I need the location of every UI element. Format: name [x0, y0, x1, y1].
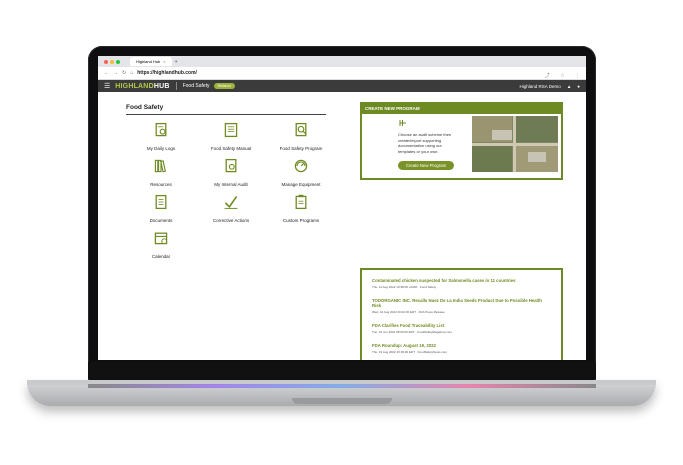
tile-documents[interactable]: Documents — [126, 194, 196, 223]
news-meta: Wed, 10 Aug 2022 20:02:00 EDT · FDA Pres… — [372, 310, 445, 314]
laptop-notch — [292, 398, 392, 404]
notification-bell-icon[interactable]: ▲ — [567, 84, 571, 89]
home-icon[interactable]: ⌂ — [130, 70, 133, 76]
browser-url-bar: ← → ↻ ⌂ https://highlandhub.com/ ⤴ ☆ ⋮ — [98, 67, 586, 80]
title-divider — [126, 114, 326, 115]
laptop-bezel-bottom — [88, 362, 596, 382]
module-badge[interactable]: Reliance — [213, 83, 236, 89]
create-new-program-button[interactable]: Create New Program — [398, 161, 454, 170]
calendar-icon — [154, 232, 168, 245]
user-avatar-icon[interactable]: ● — [577, 84, 580, 89]
news-item[interactable]: Contaminated chicken suspected for Salmo… — [372, 278, 551, 289]
tile-manage-equipment[interactable]: Manage Equipment — [266, 158, 336, 187]
hamburger-menu-icon[interactable]: ☰ — [104, 82, 110, 90]
tile-label: Food Safety Program — [279, 146, 323, 151]
farm-aerial-image — [472, 116, 558, 172]
create-program-text: Choose an audit scheme then create/impor… — [398, 132, 452, 154]
news-feed-panel: Contaminated chicken suspected for Salmo… — [360, 268, 563, 360]
tile-label: My Internal Audit — [214, 182, 248, 187]
tile-my-internal-audit[interactable]: My Internal Audit — [196, 158, 266, 187]
program-icon — [295, 122, 307, 137]
app-header: ☰ HIGHLANDHUB Food Safety Reliance Highl… — [98, 80, 586, 92]
tile-label: Documents — [149, 218, 173, 223]
tile-resources[interactable]: Resources — [126, 158, 196, 187]
browser-tab-bar: Highland Hub × + — [98, 56, 586, 67]
tile-corrective-actions[interactable]: Corrective Actions — [196, 194, 266, 223]
bookmark-icon[interactable]: ☆ — [560, 73, 564, 79]
logo-main-text: HIGHLAND — [115, 82, 154, 90]
minimize-window-icon[interactable] — [110, 59, 114, 64]
tile-label: Manage Equipment — [281, 182, 321, 187]
corrective-icon — [224, 195, 238, 209]
tile-food-safety-manual[interactable]: Food Safety Manual — [196, 122, 266, 151]
tile-label: My Daily Logs — [146, 146, 176, 151]
reload-icon[interactable]: ↻ — [122, 70, 126, 76]
tile-label: Custom Programs — [282, 218, 320, 223]
main-content: Food Safety My Daily Logs Food Safety Ma… — [98, 92, 586, 360]
laptop-hinge — [88, 384, 596, 388]
account-name[interactable]: Highland RSA Demo — [520, 84, 561, 89]
create-program-header: CREATE NEW PROGRAM — [362, 104, 561, 114]
browser-tab-title: Highland Hub — [136, 59, 161, 64]
news-title[interactable]: FDA Clarifies Food Traceability List — [372, 323, 551, 328]
browser-tab[interactable]: Highland Hub × — [130, 57, 172, 66]
tile-food-safety-program[interactable]: Food Safety Program — [266, 122, 336, 151]
screen: Highland Hub × + ← → ↻ ⌂ https://highlan… — [98, 56, 586, 360]
equipment-icon — [294, 159, 308, 173]
share-icon[interactable]: ⤴ — [545, 73, 550, 79]
tile-label: Resources — [150, 182, 172, 187]
tile-calendar[interactable]: Calendar — [126, 230, 196, 259]
tile-label: Calendar — [151, 254, 171, 259]
tile-label: Corrective Actions — [212, 218, 250, 223]
manual-icon — [224, 122, 238, 138]
address-input[interactable]: https://highlandhub.com/ — [137, 70, 538, 76]
news-title[interactable]: TODORGANIC INC. Recalls Nuez De La India… — [372, 298, 551, 308]
page-title: Food Safety — [126, 104, 164, 111]
daily-logs-icon — [155, 122, 167, 137]
news-item[interactable]: FDA Roundup: August 19, 2022 Thu, 19 Aug… — [372, 343, 551, 354]
tile-my-daily-logs[interactable]: My Daily Logs — [126, 122, 196, 151]
news-title[interactable]: FDA Roundup: August 19, 2022 — [372, 343, 551, 348]
news-meta: Thu, 11 Aug 2022 10:38:00 +0000 · Food S… — [372, 285, 437, 289]
forward-icon[interactable]: → — [113, 70, 118, 76]
custom-programs-icon — [295, 194, 307, 210]
tile-custom-programs[interactable]: Custom Programs — [266, 194, 336, 223]
tab-close-icon[interactable]: × — [163, 57, 165, 66]
create-program-panel: CREATE NEW PROGRAM Choose an audit schem… — [360, 102, 563, 180]
back-icon[interactable]: ← — [104, 70, 109, 76]
documents-icon — [155, 194, 167, 210]
close-window-icon[interactable] — [104, 59, 108, 64]
news-item[interactable]: FDA Clarifies Food Traceability List Tue… — [372, 323, 551, 334]
browser-menu-icon[interactable]: ⋮ — [575, 73, 580, 79]
news-meta: Tue, 16 Jun 2022 08:00:00 EDT · FoodSafe… — [372, 330, 453, 334]
new-tab-icon[interactable]: + — [175, 59, 178, 65]
tile-label: Food Safety Manual — [210, 146, 252, 151]
header-divider — [175, 82, 177, 90]
maximize-window-icon[interactable] — [116, 59, 120, 64]
news-title[interactable]: Contaminated chicken suspected for Salmo… — [372, 278, 551, 283]
module-title: Food Safety — [182, 83, 210, 89]
logo-sub-text: HUB — [153, 82, 170, 90]
news-item[interactable]: TODORGANIC INC. Recalls Nuez De La India… — [372, 298, 551, 314]
audit-icon — [225, 158, 237, 173]
news-meta: Thu, 19 Aug 2022 15:36:00 EDT · FoodSafe… — [372, 350, 447, 354]
resources-icon — [154, 159, 166, 173]
highland-hub-logo[interactable]: HIGHLANDHUB — [115, 83, 169, 90]
program-build-icon — [399, 120, 406, 126]
